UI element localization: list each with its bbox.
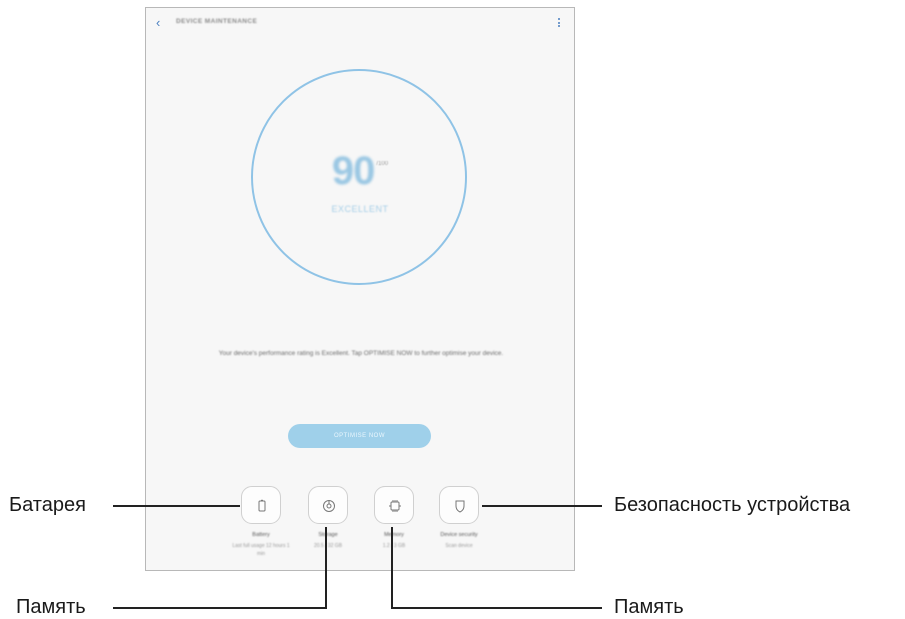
memory-callout-horizontal <box>391 607 602 609</box>
battery-icon <box>258 499 266 512</box>
storage-icon <box>323 500 335 512</box>
callout-storage-label: Память <box>16 596 86 618</box>
score-status: EXCELLENT <box>331 204 389 214</box>
memory-icon-box[interactable] <box>374 486 414 524</box>
feature-battery[interactable]: Battery Last full usage 12 hours 1 min <box>231 486 291 558</box>
score-unit: /100 <box>376 161 389 167</box>
storage-callout-horizontal <box>113 607 327 609</box>
device-maintenance-screen: ‹ DEVICE MAINTENANCE 90/100 EXCELLENT Yo… <box>145 7 575 571</box>
feature-memory[interactable]: Memory 1.2 / 3 GB <box>364 486 424 550</box>
memory-callout-vertical <box>391 527 393 609</box>
memory-chip-icon <box>389 500 401 512</box>
feature-value: 1.2 / 3 GB <box>382 543 406 549</box>
back-arrow-icon[interactable]: ‹ <box>156 16 168 30</box>
callout-security-label: Безопасность устройства <box>614 494 851 516</box>
score-value: 90 <box>331 149 375 193</box>
optimize-now-button[interactable]: OPTIMISE NOW <box>288 424 431 448</box>
feature-value: Last full usage 12 hours 1 min <box>232 543 290 557</box>
battery-callout-line <box>113 505 240 507</box>
feature-device-security[interactable]: Device security Scan device <box>429 486 489 550</box>
top-bar: ‹ DEVICE MAINTENANCE <box>146 8 574 40</box>
app-title: DEVICE MAINTENANCE <box>176 18 258 25</box>
callout-battery-label: Батарея <box>9 494 86 516</box>
feature-label: Device security <box>440 532 478 538</box>
storage-icon-box[interactable] <box>308 486 348 524</box>
feature-label: Storage <box>318 532 338 538</box>
status-message: Your device's performance rating is Exce… <box>218 350 504 357</box>
security-icon-box[interactable] <box>439 486 479 524</box>
feature-storage[interactable]: Storage 20.5 / 32 GB <box>298 486 358 550</box>
shield-icon <box>455 500 465 513</box>
score-display: 90/100 <box>146 149 574 194</box>
battery-icon-box[interactable] <box>241 486 281 524</box>
feature-label: Memory <box>384 532 404 538</box>
security-callout-line <box>482 505 602 507</box>
callout-memory-label: Память <box>614 596 684 618</box>
storage-callout-vertical <box>325 527 327 609</box>
feature-value: 20.5 / 32 GB <box>313 543 343 549</box>
more-options-icon[interactable] <box>556 18 562 30</box>
feature-label: Battery <box>252 532 270 538</box>
feature-value: Scan device <box>445 543 473 549</box>
